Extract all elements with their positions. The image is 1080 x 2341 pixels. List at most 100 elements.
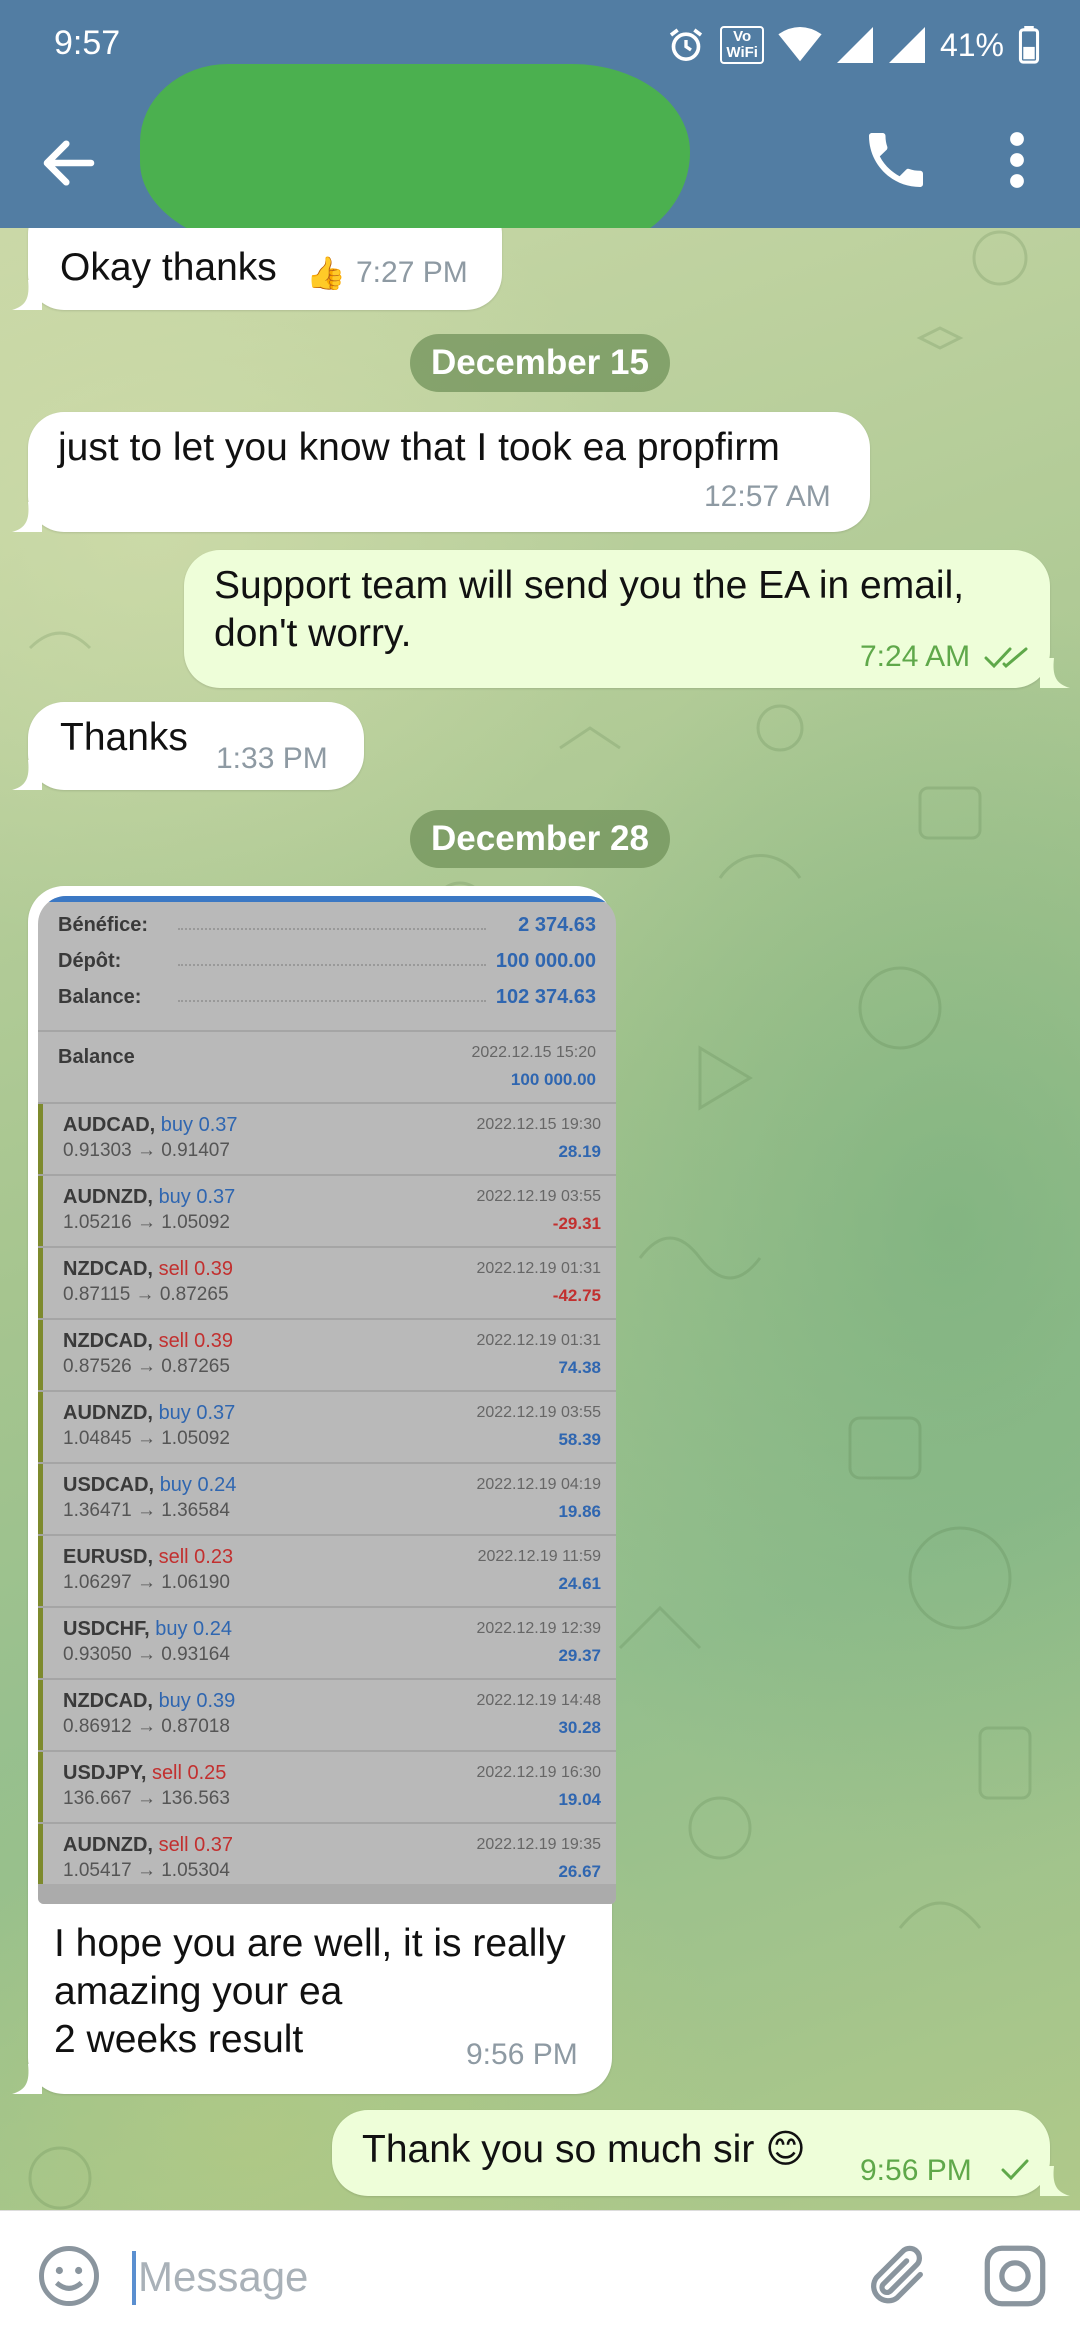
trade-symbol: NZDCAD, sell 0.39: [63, 1258, 233, 1281]
symbol-name: USDCHF,: [63, 1618, 150, 1640]
trade-prices: 0.87115 → 0.87265: [63, 1284, 229, 1305]
trade-datetime: 2022.12.19 14:48: [476, 1692, 601, 1709]
message-bubble-incoming[interactable]: Okay thanks 👍 7:27 PM: [28, 228, 502, 310]
trade-prices: 1.06297 → 1.06190: [63, 1572, 230, 1593]
balance-row: Balance 2022.12.15 15:20 100 000.00: [38, 1032, 616, 1102]
trade-datetime: 2022.12.19 11:59: [477, 1548, 601, 1565]
trade-profit: 26.67: [558, 1862, 601, 1881]
symbol-name: NZDCAD,: [63, 1330, 153, 1352]
phone-icon[interactable]: [860, 124, 932, 196]
symbol-name: AUDNZD,: [63, 1186, 153, 1208]
summary-label: Bénéfice:: [58, 914, 149, 936]
trade-prices: 0.86912 → 0.87018: [63, 1716, 230, 1737]
trade-symbol: USDJPY, sell 0.25: [63, 1762, 226, 1785]
message-bubble-incoming[interactable]: just to let you know that I took ea prop…: [28, 412, 870, 532]
trade-side: sell 0.37: [158, 1834, 234, 1856]
trade-row: AUDNZD, buy 0.37 1.04845 → 1.05092 2022.12…: [38, 1392, 616, 1464]
more-vert-icon[interactable]: [990, 124, 1044, 196]
trade-side: sell 0.23: [158, 1546, 234, 1568]
trade-profit: 19.04: [558, 1790, 601, 1809]
balance-amount: 100 000.00: [510, 1070, 596, 1089]
trade-symbol: EURUSD, sell 0.23: [63, 1546, 233, 1569]
photo-message-bubble[interactable]: Bénéfice: 2 374.63 Dépôt: 100 000.00 Bal…: [28, 886, 616, 2094]
trade-row: AUDNZD, buy 0.37 1.05216 → 1.05092 2022.12…: [38, 1176, 616, 1248]
symbol-name: NZDCAD,: [63, 1258, 153, 1280]
trade-row: AUDCAD, buy 0.37 0.91303 → 0.91407 2022.12…: [38, 1104, 616, 1176]
message-time: 7:27 PM: [356, 256, 468, 289]
trade-symbol: USDCAD, buy 0.24: [63, 1474, 236, 1497]
trade-prices: 1.05417 → 1.05304: [63, 1860, 230, 1881]
alarm-icon: [670, 28, 703, 62]
summary-row: Balance: 102 374.63: [58, 986, 596, 1022]
bubble-tail: [12, 760, 42, 790]
check-icon: [1001, 2159, 1029, 2181]
trade-datetime: 2022.12.19 12:39: [476, 1620, 601, 1637]
emoji-icon[interactable]: [36, 2243, 102, 2309]
trade-side: sell 0.25: [151, 1762, 227, 1784]
trade-symbol: AUDNZD, buy 0.37: [63, 1402, 235, 1425]
symbol-name: USDJPY,: [63, 1762, 147, 1784]
back-arrow-icon[interactable]: [36, 130, 102, 196]
summary-label: Dépôt:: [58, 950, 122, 972]
summary-row: Bénéfice: 2 374.63: [58, 914, 596, 950]
caption-line-3: 2 weeks result: [54, 2018, 304, 2061]
trade-prices: 1.04845 → 1.05092: [63, 1428, 230, 1449]
trade-datetime: 2022.12.15 19:30: [476, 1116, 601, 1133]
status-time: 9:57: [54, 24, 121, 62]
trade-side: buy 0.24: [159, 1474, 237, 1496]
trade-profit: 29.37: [558, 1646, 601, 1665]
bubble-tail: [12, 502, 42, 532]
message-text-line-1: Support team will send you the EA in ema…: [214, 564, 965, 607]
trade-side: buy 0.37: [158, 1186, 236, 1208]
message-bubble-outgoing[interactable]: Support team will send you the EA in ema…: [184, 550, 1050, 688]
dotted-leader: [178, 964, 486, 966]
message-input-bar: [0, 2210, 1080, 2341]
redacted-contact-name: [140, 64, 690, 250]
trade-datetime: 2022.12.19 03:55: [476, 1404, 601, 1421]
trade-profit: 74.38: [558, 1358, 601, 1377]
reaction-thumbs-up: 👍: [306, 255, 346, 291]
trading-history-screenshot[interactable]: Bénéfice: 2 374.63 Dépôt: 100 000.00 Bal…: [38, 896, 616, 1904]
trade-profit: 58.39: [558, 1430, 601, 1449]
trade-symbol: NZDCAD, buy 0.39: [63, 1690, 235, 1713]
trade-row: NZDCAD, sell 0.39 0.87526 → 0.87265 2022.1…: [38, 1320, 616, 1392]
date-separator: December 15: [410, 334, 670, 392]
signal-icon-2: [888, 27, 925, 63]
balance-datetime: 2022.12.15 15:20: [471, 1044, 596, 1061]
symbol-name: EURUSD,: [63, 1546, 154, 1568]
message-text: Thanks: [60, 716, 188, 759]
message-time: 7:24 AM: [860, 640, 971, 673]
camera-icon[interactable]: [980, 2241, 1050, 2311]
trade-row: USDCHF, buy 0.24 0.93050 → 0.93164 2022.12…: [38, 1608, 616, 1680]
paperclip-icon[interactable]: [862, 2241, 932, 2311]
trade-prices: 1.05216 → 1.05092: [63, 1212, 230, 1233]
message-bubble-incoming[interactable]: Thanks 1:33 PM: [28, 702, 364, 790]
signal-icon: [836, 27, 873, 63]
symbol-name: AUDNZD,: [63, 1834, 153, 1856]
message-input[interactable]: [138, 2247, 738, 2307]
trade-side: buy 0.37: [158, 1402, 236, 1424]
symbol-name: NZDCAD,: [63, 1690, 153, 1712]
volte-wifi-icon: Vo WiFi: [720, 26, 764, 64]
summary-value: 2 374.63: [518, 914, 596, 936]
trade-side: sell 0.39: [158, 1330, 234, 1352]
caption-line-2: amazing your ea: [54, 1970, 343, 2013]
caption-line-1: I hope you are well, it is really: [54, 1922, 566, 1965]
trade-prices: 0.87526 → 0.87265: [63, 1356, 230, 1377]
trade-profit: -29.31: [552, 1214, 601, 1233]
message-time: 9:56 PM: [860, 2154, 972, 2187]
trade-profit: 30.28: [558, 1718, 601, 1737]
message-bubble-outgoing[interactable]: Thank you so much sir 😊 9:56 PM: [332, 2110, 1050, 2196]
trade-datetime: 2022.12.19 16:30: [476, 1764, 601, 1781]
trade-symbol: AUDNZD, sell 0.37: [63, 1834, 233, 1857]
date-separator: December 28: [410, 810, 670, 868]
balance-label: Balance: [58, 1046, 135, 1068]
trade-datetime: 2022.12.19 19:35: [476, 1836, 601, 1853]
summary-row: Dépôt: 100 000.00: [58, 950, 596, 986]
message-text-line-2: don't worry.: [214, 612, 412, 655]
photo-top-accent: [38, 896, 616, 902]
trade-datetime: 2022.12.19 01:31: [476, 1260, 601, 1277]
dotted-leader: [178, 928, 486, 930]
trade-row: USDCAD, buy 0.24 1.36471 → 1.36584 2022.12…: [38, 1464, 616, 1536]
chat-area[interactable]: Okay thanks 👍 7:27 PM December 15 just t…: [0, 228, 1080, 2210]
